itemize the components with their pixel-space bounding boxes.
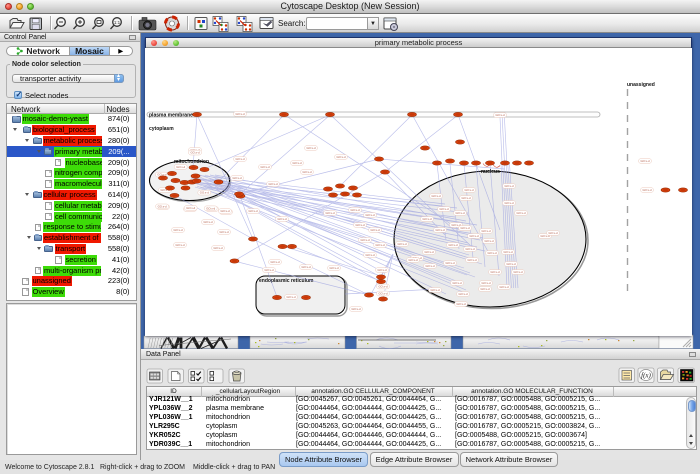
svg-text:GO:x-d: GO:x-d: [270, 260, 279, 264]
svg-text:GO:x-d: GO:x-d: [464, 188, 473, 192]
svg-text:GO:x-d: GO:x-d: [325, 211, 334, 215]
svg-text:GO:x-d: GO:x-d: [277, 217, 286, 221]
svg-text:GO:x-d: GO:x-d: [456, 302, 465, 306]
svg-text:GO:x-d: GO:x-d: [365, 253, 374, 257]
svg-text:GO:x-d: GO:x-d: [378, 292, 387, 296]
svg-text:1:1: 1:1: [114, 20, 121, 25]
svg-text:GO:x-d: GO:x-d: [190, 151, 199, 155]
svg-text:GO:x-d: GO:x-d: [377, 268, 386, 272]
svg-text:GO:x-d: GO:x-d: [548, 231, 557, 235]
svg-text:GO:x-d: GO:x-d: [235, 112, 244, 116]
svg-text:GO:x-d: GO:x-d: [465, 247, 474, 251]
svg-text:GO:x-d: GO:x-d: [329, 266, 338, 270]
svg-text:GO:x-d: GO:x-d: [424, 250, 433, 254]
svg-text:plasma membrane: plasma membrane: [149, 112, 193, 118]
svg-text:GO:x-d: GO:x-d: [452, 281, 461, 285]
svg-text:GO:x-d: GO:x-d: [503, 250, 512, 254]
svg-text:GO:x-d: GO:x-d: [430, 288, 439, 292]
svg-text:GO:x-d: GO:x-d: [370, 228, 379, 232]
svg-text:unassigned: unassigned: [627, 82, 655, 88]
svg-text:GO:x-d: GO:x-d: [516, 211, 525, 215]
svg-text:GO:x-d: GO:x-d: [350, 208, 359, 212]
svg-text:GO:x-d: GO:x-d: [422, 217, 431, 221]
svg-text:GO:x-d: GO:x-d: [431, 194, 440, 198]
svg-text:GO:x-d: GO:x-d: [378, 285, 387, 289]
svg-text:GO:x-d: GO:x-d: [504, 201, 513, 205]
svg-text:GO:x-d: GO:x-d: [499, 285, 508, 289]
svg-text:GO:x-d: GO:x-d: [461, 196, 470, 200]
svg-text:GO:x-d: GO:x-d: [495, 113, 504, 117]
svg-text:GO:x-d: GO:x-d: [200, 191, 209, 195]
svg-text:GO:x-d: GO:x-d: [484, 239, 493, 243]
svg-text:GO:x-d: GO:x-d: [186, 206, 195, 210]
svg-text:GO:x-d: GO:x-d: [439, 207, 448, 211]
svg-text:GO:x-d: GO:x-d: [302, 170, 311, 174]
svg-text:mitochondrion: mitochondrion: [174, 159, 209, 165]
svg-text:GO:x-d: GO:x-d: [232, 176, 241, 180]
svg-text:GO:x-d: GO:x-d: [203, 220, 212, 224]
svg-text:GO:x-d: GO:x-d: [480, 287, 489, 291]
svg-text:GO:x-d: GO:x-d: [176, 165, 185, 169]
svg-text:GO:x-d: GO:x-d: [445, 261, 454, 265]
svg-text:nucleus: nucleus: [481, 169, 500, 175]
svg-text:GO:x-d: GO:x-d: [642, 188, 651, 192]
svg-text:GO:x-d: GO:x-d: [365, 213, 374, 217]
svg-text:GO:x-d: GO:x-d: [455, 211, 464, 215]
svg-text:GO:x-d: GO:x-d: [175, 243, 184, 247]
svg-text:GO:x-d: GO:x-d: [336, 155, 345, 159]
svg-text:GO:x-d: GO:x-d: [487, 251, 496, 255]
svg-text:GO:x-d: GO:x-d: [513, 270, 522, 274]
svg-text:GO:x-d: GO:x-d: [286, 295, 295, 299]
svg-text:GO:x-d: GO:x-d: [397, 242, 406, 246]
svg-text:GO:x-d: GO:x-d: [351, 307, 360, 311]
svg-text:GO:x-d: GO:x-d: [460, 226, 469, 230]
svg-text:GO:x-d: GO:x-d: [490, 270, 499, 274]
svg-text:GO:x-d: GO:x-d: [248, 209, 257, 213]
svg-text:GO:x-d: GO:x-d: [268, 182, 277, 186]
svg-text:GO:x-d: GO:x-d: [264, 268, 273, 272]
svg-text:f(x): f(x): [641, 372, 651, 380]
svg-text:GO:x-d: GO:x-d: [292, 161, 301, 165]
svg-text:GO:x-d: GO:x-d: [481, 229, 490, 233]
svg-text:GO:x-d: GO:x-d: [481, 281, 490, 285]
svg-text:GO:x-d: GO:x-d: [301, 265, 310, 269]
svg-text:GO:x-d: GO:x-d: [306, 146, 315, 150]
svg-text:GO:x-d: GO:x-d: [467, 258, 476, 262]
svg-text:GO:x-d: GO:x-d: [469, 234, 478, 238]
svg-text:GO:x-d: GO:x-d: [158, 205, 167, 209]
svg-text:GO:x-d: GO:x-d: [375, 243, 384, 247]
svg-text:GO:x-d: GO:x-d: [504, 184, 513, 188]
svg-text:GO:x-d: GO:x-d: [408, 258, 417, 262]
svg-text:GO:x-d: GO:x-d: [640, 159, 649, 163]
svg-text:GO:x-d: GO:x-d: [260, 165, 269, 169]
svg-text:GO:x-d: GO:x-d: [219, 230, 228, 234]
svg-text:GO:x-d: GO:x-d: [213, 246, 222, 250]
svg-text:GO:x-d: GO:x-d: [425, 264, 434, 268]
svg-text:GO:x-d: GO:x-d: [355, 223, 364, 227]
svg-text:GO:x-d: GO:x-d: [448, 243, 457, 247]
svg-text:GO:x-d: GO:x-d: [220, 209, 229, 213]
svg-text:GO:x-d: GO:x-d: [173, 228, 182, 232]
svg-text:cytoplasm: cytoplasm: [149, 126, 174, 132]
svg-text:GO:x-d: GO:x-d: [206, 206, 215, 210]
svg-text:GO:x-d: GO:x-d: [360, 238, 369, 242]
svg-text:GO:x-d: GO:x-d: [458, 292, 467, 296]
svg-text:GO:x-d: GO:x-d: [506, 262, 515, 266]
svg-text:GO:x-d: GO:x-d: [435, 228, 444, 232]
svg-text:GO:x-d: GO:x-d: [235, 157, 244, 161]
